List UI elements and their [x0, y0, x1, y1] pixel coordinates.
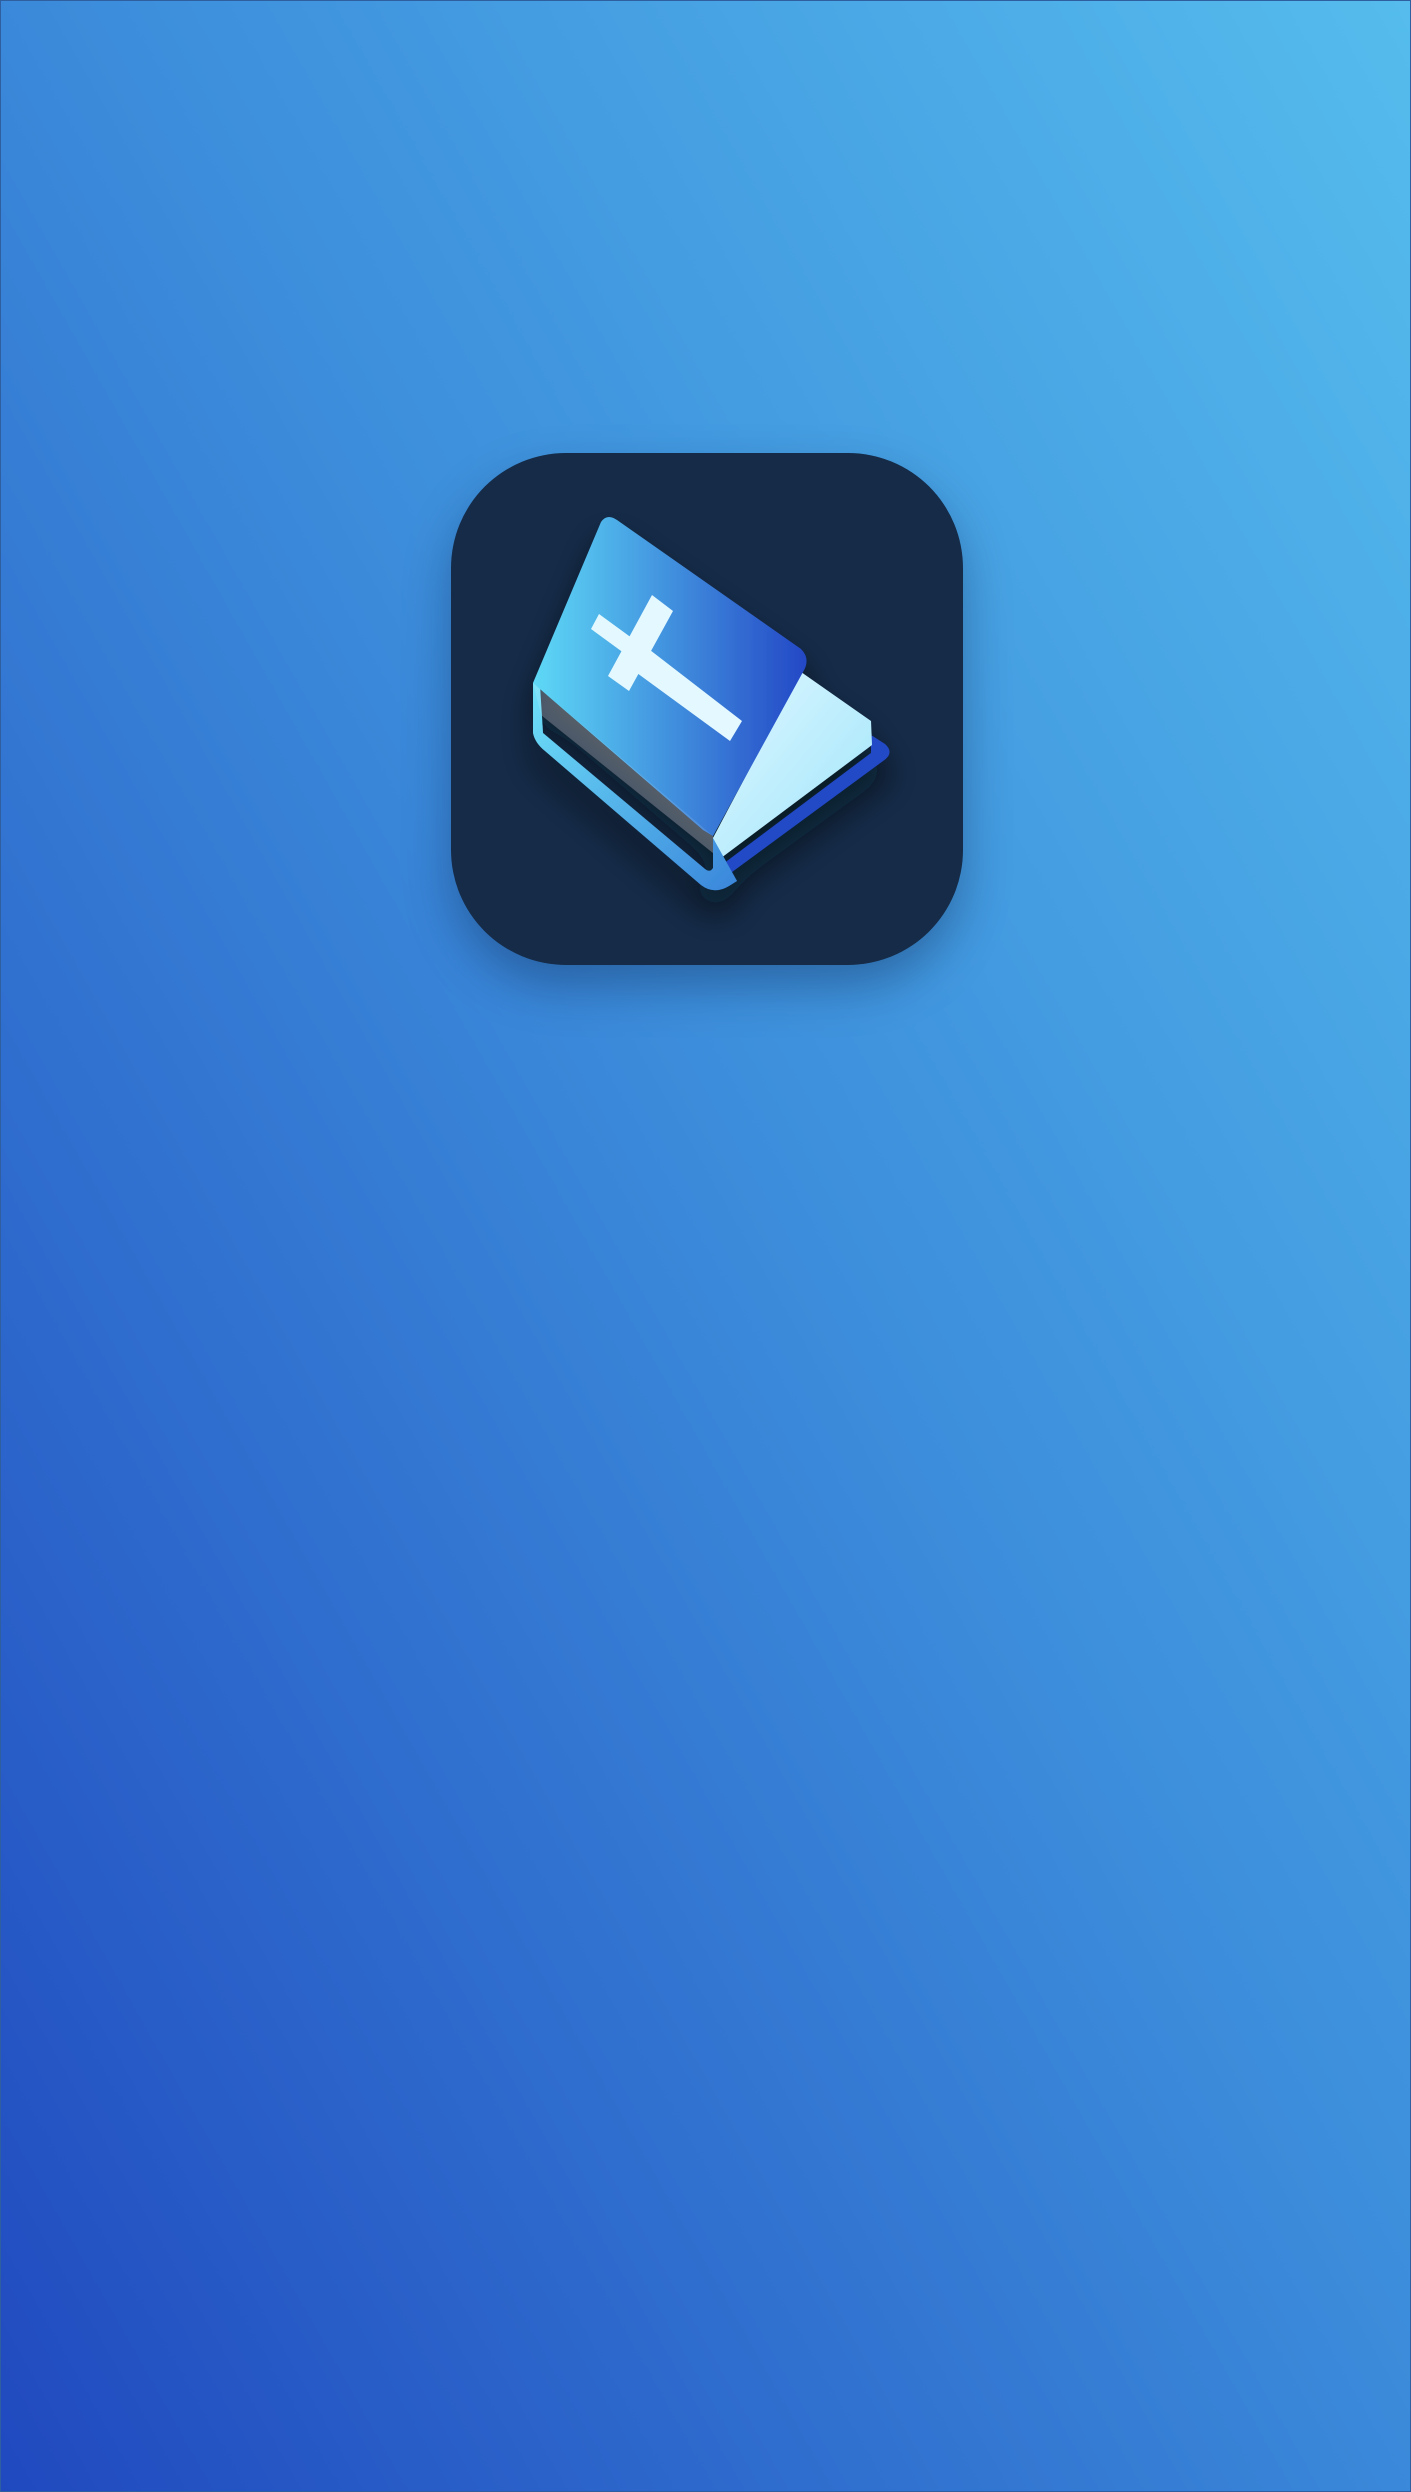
app-icon: [451, 453, 963, 965]
bible-book-icon: [451, 453, 963, 965]
splash-screen: [0, 0, 1411, 2492]
